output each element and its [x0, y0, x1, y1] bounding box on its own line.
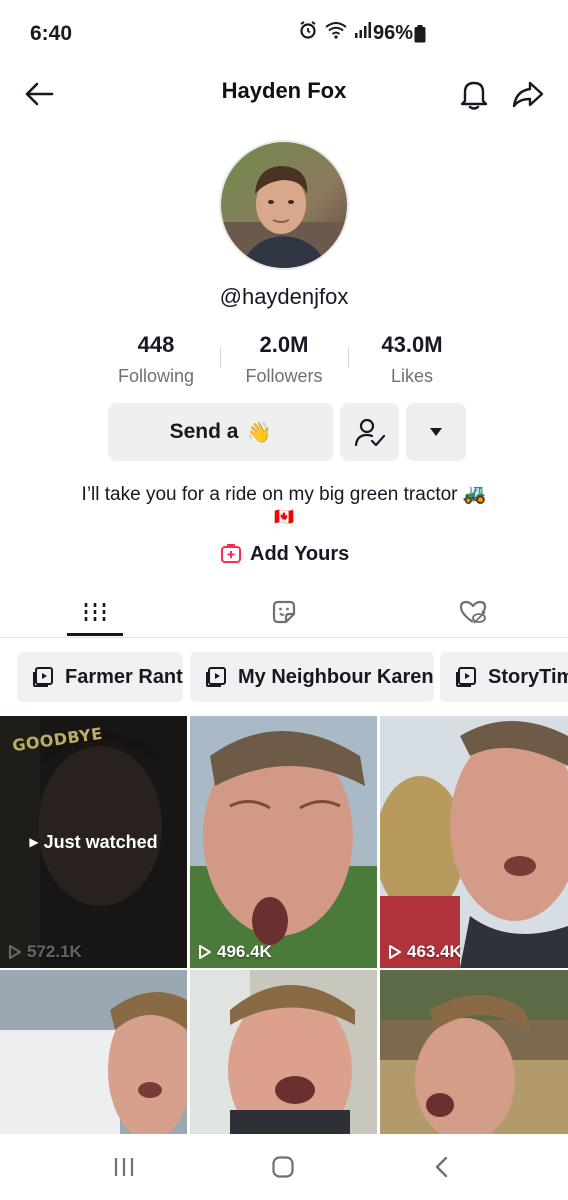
just-watched-text: Just watched	[43, 832, 158, 852]
alarm-icon	[300, 21, 316, 39]
share-button[interactable]	[510, 74, 546, 114]
playlist-label: Farmer Rant	[65, 665, 183, 688]
thumbnail-image	[190, 716, 377, 968]
view-count-value: 463.4K	[407, 942, 462, 961]
add-yours-label: Add Yours	[250, 542, 350, 565]
wifi-icon	[325, 22, 347, 39]
view-count-value: 572.1K	[27, 942, 82, 961]
system-nav-bar	[0, 1134, 568, 1200]
caret-down-icon	[430, 428, 442, 436]
suggested-accounts-button[interactable]	[406, 403, 466, 461]
video-thumbnail[interactable]	[0, 970, 187, 1134]
status-bar: 6:40 96%	[0, 0, 568, 66]
video-thumbnail[interactable]	[380, 970, 568, 1134]
hidden-heart-icon	[459, 600, 487, 624]
just-watched-label: ▶ Just watched	[0, 832, 187, 853]
back-nav-button[interactable]	[422, 1152, 462, 1182]
playlist-icon	[206, 667, 226, 687]
video-thumbnail[interactable]: 496.4K	[190, 716, 377, 968]
view-count-value: 496.4K	[217, 942, 272, 961]
tab-reposts[interactable]	[239, 586, 329, 638]
video-thumbnail[interactable]: GOODBYE ▶ Just watched 572.1K	[0, 716, 187, 968]
stat-value: 43.0M	[381, 332, 443, 357]
user-check-icon	[354, 418, 385, 447]
avatar-photo	[221, 142, 347, 268]
stat-divider	[220, 346, 221, 368]
playlists-row: Farmer Rant My Neighbour Karen StoryTime	[17, 652, 568, 702]
content-tabs	[0, 586, 568, 638]
tab-videos[interactable]	[50, 586, 140, 638]
notifications-button[interactable]	[456, 74, 492, 114]
play-outline-icon	[199, 945, 211, 959]
bio-flag: 🇨🇦	[274, 509, 294, 526]
stat-label: Following	[117, 366, 195, 386]
stat-value: 2.0M	[259, 332, 309, 357]
home-button[interactable]	[263, 1152, 303, 1182]
tab-liked[interactable]	[428, 586, 518, 638]
thumbnail-image	[380, 716, 568, 968]
stat-label: Followers	[245, 366, 323, 386]
thumbnail-image	[380, 970, 568, 1134]
view-count: 463.4K	[388, 942, 462, 962]
playlist-chip[interactable]: Farmer Rant	[17, 652, 183, 702]
add-yours-button[interactable]: Add Yours	[220, 540, 349, 568]
bio-text: I’ll take you for a ride on my big green…	[81, 484, 487, 505]
view-count: 572.1K	[8, 942, 82, 962]
thumbnail-image	[190, 970, 377, 1134]
playlist-icon	[33, 667, 53, 687]
stat-followers[interactable]: 2.0M Followers	[220, 330, 348, 390]
send-label: Send a	[169, 420, 239, 443]
video-grid: GOODBYE ▶ Just watched 572.1K 496.4K 463…	[0, 716, 568, 1134]
battery-percent: 96%	[373, 22, 414, 44]
playlist-label: StoryTime	[488, 665, 568, 688]
tab-active-indicator	[67, 633, 123, 636]
play-outline-icon	[9, 945, 21, 959]
stat-label: Likes	[390, 366, 434, 386]
status-icons	[298, 20, 374, 40]
view-count: 496.4K	[198, 942, 272, 962]
playlist-label: My Neighbour Karen	[238, 665, 434, 688]
signal-icon	[355, 22, 371, 38]
sticker-icon	[272, 600, 296, 624]
battery-icon	[414, 25, 426, 43]
avatar[interactable]	[219, 140, 349, 270]
profile-stats: 448 Following 2.0M Followers 43.0M Likes	[92, 330, 476, 390]
video-thumbnail[interactable]: 463.4K	[380, 716, 568, 968]
following-status-button[interactable]	[340, 403, 399, 461]
stat-likes[interactable]: 43.0M Likes	[348, 330, 476, 390]
video-thumbnail[interactable]	[190, 970, 377, 1134]
stat-divider	[348, 346, 349, 368]
grid-icon	[84, 603, 106, 621]
add-yours-icon	[221, 544, 241, 563]
share-arrow-icon	[512, 81, 544, 108]
profile-header: Hayden Fox	[0, 66, 568, 122]
chevron-left-icon	[435, 1156, 448, 1178]
recent-apps-button[interactable]	[104, 1152, 144, 1182]
send-wave-button[interactable]: Send a 👋	[108, 403, 333, 461]
username-handle: @haydenjfox	[219, 284, 349, 309]
thumbnail-image	[0, 970, 187, 1134]
home-icon	[272, 1156, 294, 1178]
playlist-icon	[456, 667, 476, 687]
stat-value: 448	[137, 332, 175, 357]
wave-emoji-icon: 👋	[246, 421, 272, 444]
recent-apps-icon	[114, 1158, 134, 1176]
status-time: 6:40	[30, 22, 73, 45]
playlist-chip[interactable]: StoryTime	[440, 652, 568, 702]
play-marker-icon: ▶	[29, 835, 39, 849]
play-outline-icon	[389, 945, 401, 959]
stat-following[interactable]: 448 Following	[92, 330, 220, 390]
bell-icon	[460, 81, 488, 110]
playlist-chip[interactable]: My Neighbour Karen	[190, 652, 434, 702]
